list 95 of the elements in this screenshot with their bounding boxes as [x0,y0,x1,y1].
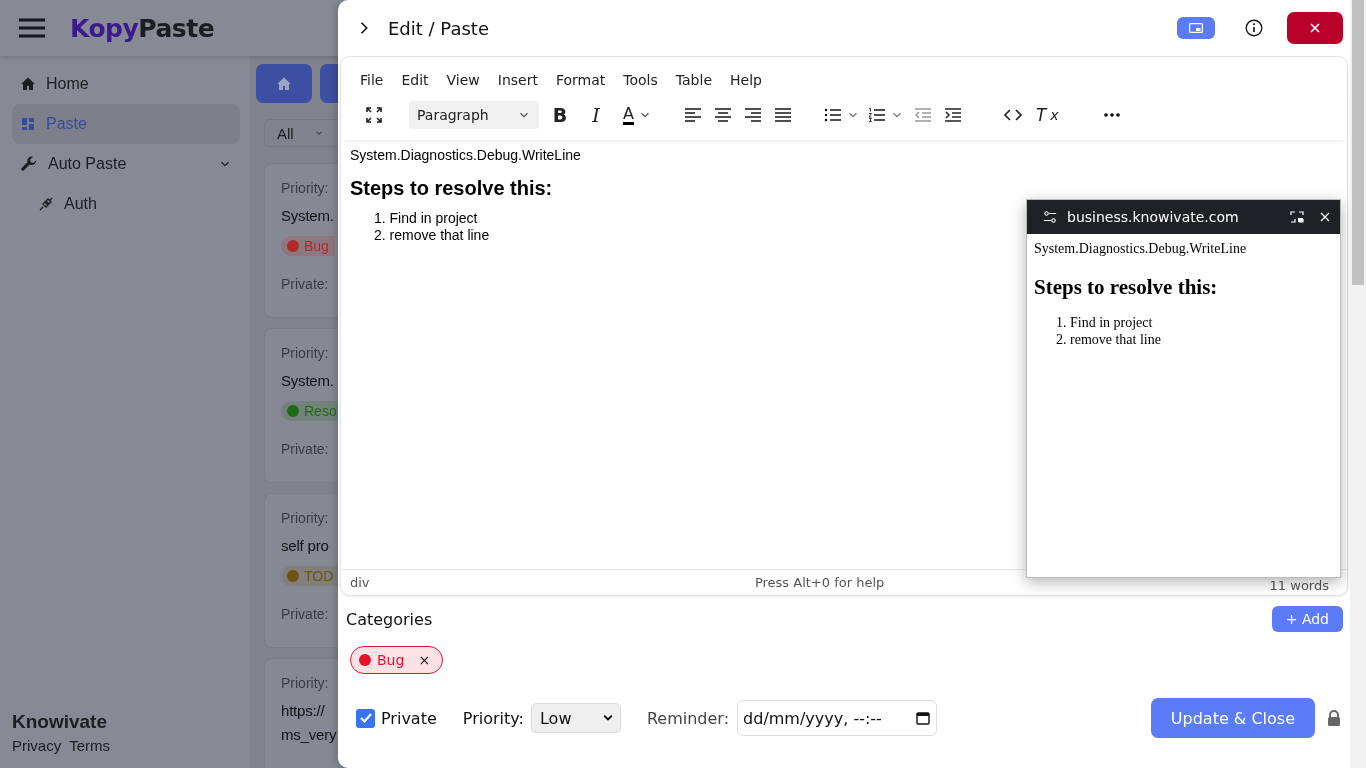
home-icon [276,75,292,92]
menu-item[interactable]: File [351,70,393,90]
card-title: self pro [281,536,329,556]
paste-card[interactable]: Priority: System. Bug Private: [264,163,338,318]
help-hint: Press Alt+0 for help [754,575,885,590]
private-text: Private: [281,441,329,457]
bullet-list-icon [823,107,842,123]
tag-chip: TOD [281,566,338,586]
info-button[interactable] [1245,19,1263,37]
list-item: 1. Find in project [1056,314,1153,331]
footer-link[interactable]: Terms [69,737,111,754]
dashboard-icon [20,116,36,132]
tag-chip: Reso [281,401,338,421]
priority-label: Priority: [462,708,524,728]
paste-card[interactable]: Priority: System. Reso Private: [264,328,338,483]
close-button[interactable] [1287,12,1343,44]
wrench-icon [20,155,38,173]
menu-item[interactable]: Format [546,70,615,90]
app-logo[interactable]: KopyPaste [70,13,215,43]
justify-icon [773,107,792,123]
content-line: System.Diagnostics.Debug.WriteLine [1034,240,1247,258]
card-title: System. [281,206,334,226]
paste-card[interactable]: Priority: self pro TOD Private: [264,493,338,648]
lock-icon [1325,709,1343,727]
priority-text: Priority: [281,345,329,361]
align-left-icon [683,107,702,123]
align-right-icon [743,107,762,123]
content-heading: Steps to resolve this: [350,176,553,200]
calendar-icon [916,711,931,725]
update-close-button[interactable]: Update & Close [1150,698,1315,738]
more-icon [1102,112,1121,118]
categories-label: Categories [346,609,433,629]
picture-in-picture-button[interactable] [1177,17,1215,39]
private-label: Private [381,708,437,728]
menu-icon [18,17,46,39]
fullscreen-icon [365,106,383,124]
list-item: 1. Find in project [374,210,478,227]
reminder-field[interactable]: dd/mm/yyyy, --:-- [737,700,938,736]
footer-link[interactable]: Privacy [12,737,62,754]
list-item: 2. remove that line [1056,331,1161,348]
expand-icon [1290,211,1304,223]
priority-text: Priority: [281,510,329,526]
nav-item[interactable]: Home [12,64,240,104]
word-count[interactable]: 11 words [1269,578,1329,593]
company-name: Knowivate [12,711,109,733]
remove-button[interactable]: × [418,652,431,668]
menu-item[interactable]: Insert [488,70,547,90]
card-title: System. [281,371,334,391]
popup-url: business.knowivate.com [1067,209,1240,225]
settings-icon [1043,210,1057,224]
outdent-icon [913,107,932,123]
menu-item[interactable]: Table [666,70,721,90]
popup-close-button[interactable] [1320,212,1330,222]
text-color-button[interactable]: A [619,100,656,130]
menu-item[interactable]: Help [721,70,771,90]
numbered-list-icon [867,107,886,123]
plug-icon [38,196,54,212]
private-text: Private: [281,606,329,622]
check-icon [358,711,373,725]
code-icon [1003,108,1022,122]
content-heading: Steps to resolve this: [1034,274,1218,300]
paste-card[interactable]: Priority: https:// ms_very [264,658,338,768]
private-checkbox[interactable] [356,708,375,728]
nav-item[interactable]: Auto Paste [12,144,240,184]
add-button[interactable]: + Add [1271,606,1343,632]
expand-button[interactable] [1290,211,1304,223]
home-icon [20,76,36,92]
italic-button[interactable]: I [581,100,611,130]
filter-select[interactable]: All [264,119,338,147]
element-path[interactable]: div [350,575,370,590]
priority-text: Priority: [281,180,329,196]
list-item: 2. remove that line [374,227,490,244]
indent-icon [943,107,962,123]
info-icon [1245,19,1263,37]
card-title: https:// ms_very [281,701,337,745]
align-center-icon [713,107,732,123]
bold-button[interactable]: B [545,100,575,130]
priority-text: Priority: [281,675,329,691]
close-icon [1320,212,1330,222]
content-line: System.Diagnostics.Debug.WriteLine [350,146,581,164]
block-format-select[interactable]: Paragraph [409,101,539,129]
menu-item[interactable]: Edit [392,70,438,90]
reminder-label: Reminder: [646,708,730,728]
private-text: Private: [281,276,329,292]
home-button[interactable] [256,64,312,103]
priority-select[interactable]: Low [530,703,621,733]
nav-item[interactable]: Auth [12,184,240,224]
drawer-title: Edit / Paste [388,17,490,39]
close-icon [1310,23,1320,33]
tag-chip: Bug [281,236,335,256]
menu-item[interactable]: Tools [614,70,667,90]
menu-item[interactable]: View [437,70,489,90]
picture-in-picture-icon [1189,23,1203,33]
scrollbar[interactable] [1350,0,1366,768]
chip-label: Bug [377,652,405,668]
